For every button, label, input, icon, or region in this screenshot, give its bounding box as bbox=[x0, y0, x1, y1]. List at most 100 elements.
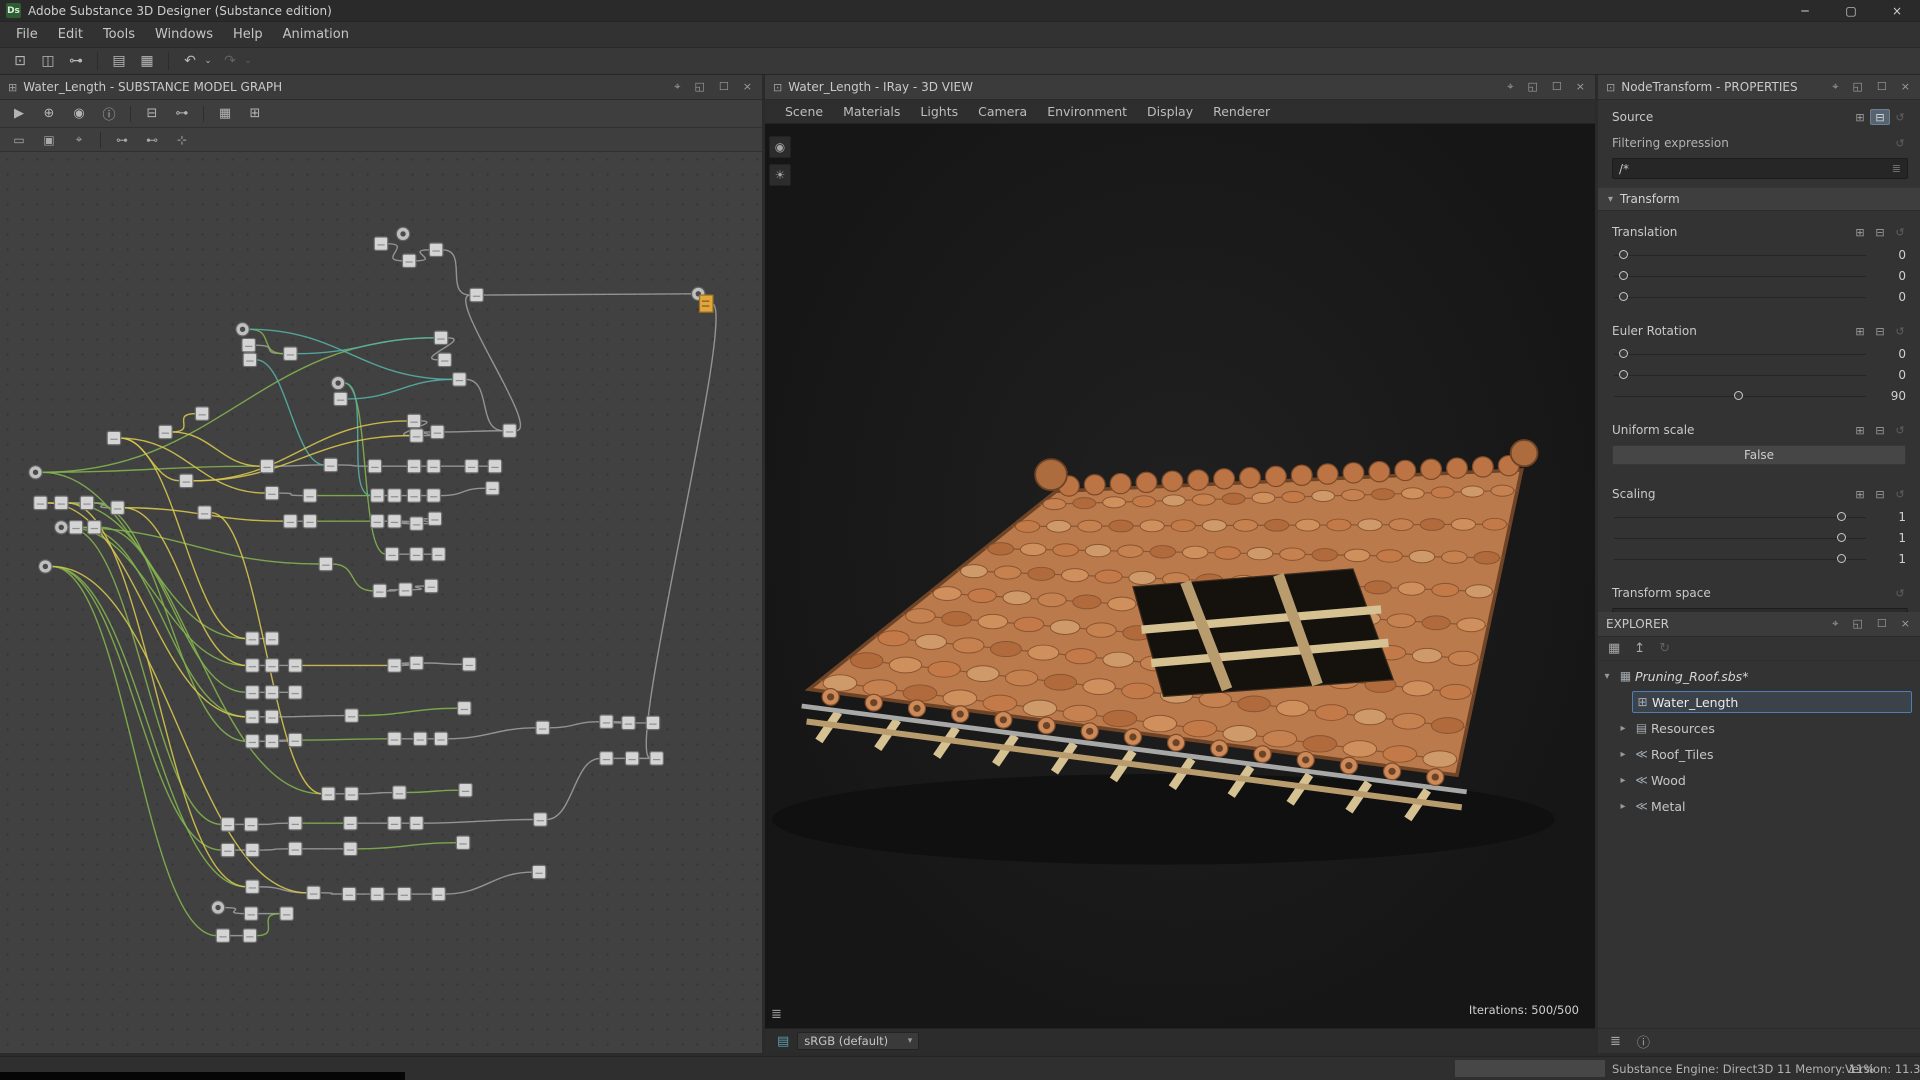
graph-node[interactable] bbox=[111, 501, 124, 514]
filtering-expression-input[interactable]: /*≣ bbox=[1612, 158, 1908, 179]
graph-node[interactable] bbox=[532, 865, 545, 878]
translation-slider-0[interactable]: 0 bbox=[1612, 245, 1910, 266]
tree-item-roof-tiles[interactable]: ▸≪Roof_Tiles bbox=[1598, 741, 1920, 767]
graph-node[interactable] bbox=[373, 584, 386, 597]
graph-node[interactable] bbox=[431, 425, 444, 438]
euler-rotation-slider-knob[interactable] bbox=[1619, 349, 1628, 358]
graph-node[interactable] bbox=[322, 787, 335, 800]
graph-node[interactable] bbox=[344, 816, 357, 829]
graph-node[interactable] bbox=[265, 735, 278, 748]
menu-edit[interactable]: Edit bbox=[48, 22, 93, 47]
graph-node[interactable] bbox=[265, 486, 278, 499]
graph-node[interactable] bbox=[244, 907, 257, 920]
graph-node[interactable] bbox=[246, 843, 259, 856]
graph-node[interactable] bbox=[246, 710, 259, 723]
graph-node[interactable] bbox=[625, 752, 638, 765]
graph-node[interactable] bbox=[388, 514, 401, 527]
new-graph-icon[interactable]: ⊡ bbox=[8, 50, 32, 72]
graph-node[interactable] bbox=[284, 514, 297, 527]
graph-node[interactable] bbox=[344, 842, 357, 855]
graph-node[interactable] bbox=[410, 517, 423, 530]
save-icon[interactable]: ▦ bbox=[135, 50, 159, 72]
graph-node[interactable] bbox=[265, 686, 278, 699]
graph-node[interactable] bbox=[371, 514, 384, 527]
viewport-menu-display[interactable]: Display bbox=[1137, 104, 1203, 119]
undo-icon[interactable]: ↶ bbox=[178, 50, 202, 72]
align-vertical-icon[interactable]: ⊷ bbox=[143, 133, 161, 147]
graph-node[interactable] bbox=[88, 521, 101, 534]
redo-icon[interactable]: ↷ bbox=[218, 50, 242, 72]
graph-node[interactable] bbox=[244, 818, 257, 831]
graph-node[interactable] bbox=[334, 392, 347, 405]
graph-node[interactable] bbox=[246, 632, 259, 645]
close-button[interactable]: × bbox=[1874, 0, 1920, 21]
frame-icon[interactable]: ▣ bbox=[40, 133, 58, 147]
graph-node[interactable] bbox=[503, 424, 516, 437]
translation-slider-1[interactable]: 0 bbox=[1612, 266, 1910, 287]
graph-node[interactable] bbox=[536, 721, 549, 734]
chevron-icon[interactable]: ▸ bbox=[1614, 723, 1632, 734]
redo-history-icon[interactable]: ⌄ bbox=[242, 50, 254, 72]
graph-node[interactable] bbox=[345, 709, 358, 722]
graph-node[interactable] bbox=[458, 702, 471, 715]
euler-rotation-slider-knob[interactable] bbox=[1734, 391, 1743, 400]
selected-item-box[interactable]: ⊞Water_Length bbox=[1632, 691, 1912, 713]
transform-space-reset-icon[interactable]: ↺ bbox=[1890, 585, 1910, 601]
graph-node[interactable] bbox=[427, 489, 440, 502]
pin-node-icon[interactable]: ⌖ bbox=[70, 132, 88, 147]
open-icon[interactable]: ▤ bbox=[107, 50, 131, 72]
source-instance-icon[interactable]: ⊟ bbox=[1870, 109, 1890, 125]
graph-node[interactable] bbox=[69, 521, 82, 534]
graph-node[interactable] bbox=[470, 288, 483, 301]
graph-node[interactable] bbox=[246, 880, 259, 893]
graph-node[interactable] bbox=[388, 816, 401, 829]
tree-item-water-length[interactable]: ⊞Water_Length bbox=[1598, 689, 1920, 715]
uniform-scale-button[interactable]: False bbox=[1612, 445, 1906, 465]
graph-node[interactable] bbox=[342, 887, 355, 900]
lighting-icon[interactable]: ☀ bbox=[769, 164, 791, 186]
graph-node[interactable] bbox=[324, 458, 337, 471]
scaling-expose-icon[interactable]: ⊟ bbox=[1870, 486, 1890, 502]
viewport-menu-scene[interactable]: Scene bbox=[775, 104, 833, 119]
scaling-slider-2[interactable]: 1 bbox=[1612, 549, 1910, 570]
graph-node[interactable] bbox=[434, 732, 447, 745]
uniform-scale-expose-icon[interactable]: ⊟ bbox=[1870, 422, 1890, 438]
graph-node[interactable] bbox=[393, 786, 406, 799]
graph-node[interactable] bbox=[243, 929, 256, 942]
comment-icon[interactable]: ▭ bbox=[10, 133, 28, 147]
transform-section-header[interactable]: ▾Transform bbox=[1598, 187, 1920, 211]
translation-expose-icon[interactable]: ⊟ bbox=[1870, 224, 1890, 240]
graph-node[interactable] bbox=[438, 353, 451, 366]
menu-windows[interactable]: Windows bbox=[145, 22, 223, 47]
graph-node[interactable] bbox=[402, 254, 415, 267]
graph-node[interactable] bbox=[462, 658, 475, 671]
link-mode-icon[interactable]: ⊶ bbox=[173, 106, 191, 121]
graph-node[interactable] bbox=[284, 347, 297, 360]
grid-icon[interactable]: ▦ bbox=[216, 106, 234, 121]
graph-node[interactable] bbox=[371, 887, 384, 900]
graph-node[interactable] bbox=[388, 732, 401, 745]
translation-add-function-icon[interactable]: ⊞ bbox=[1850, 224, 1870, 240]
sync-icon[interactable]: ↻ bbox=[1659, 641, 1670, 656]
graph-node[interactable] bbox=[34, 496, 47, 509]
graph-node[interactable] bbox=[307, 886, 320, 899]
graph-node[interactable] bbox=[429, 243, 442, 256]
graph-node[interactable] bbox=[179, 474, 192, 487]
viewport-3d-canvas[interactable]: ◉☀ Iterations: 500/500 ≣ bbox=[765, 124, 1595, 1028]
float-window-icon[interactable]: ◱ bbox=[1853, 617, 1863, 631]
split-view-icon[interactable]: ◫ bbox=[36, 50, 60, 72]
graph-node[interactable] bbox=[453, 373, 466, 386]
filtering-reset-icon[interactable]: ↺ bbox=[1890, 135, 1910, 151]
euler-rotation-expose-icon[interactable]: ⊟ bbox=[1870, 323, 1890, 339]
chevron-icon[interactable]: ▸ bbox=[1614, 801, 1632, 812]
graph-node[interactable] bbox=[399, 583, 412, 596]
graph-node[interactable] bbox=[289, 842, 302, 855]
uniform-scale-reset-icon[interactable]: ↺ bbox=[1890, 422, 1910, 438]
menu-help[interactable]: Help bbox=[223, 22, 273, 47]
graph-node[interactable] bbox=[195, 407, 208, 420]
graph-node[interactable] bbox=[242, 338, 255, 351]
maximize-panel-icon[interactable]: ☐ bbox=[1877, 80, 1887, 94]
graph-output-node[interactable] bbox=[700, 295, 713, 312]
close-panel-icon[interactable]: × bbox=[1576, 80, 1585, 94]
graph-node[interactable] bbox=[280, 907, 293, 920]
